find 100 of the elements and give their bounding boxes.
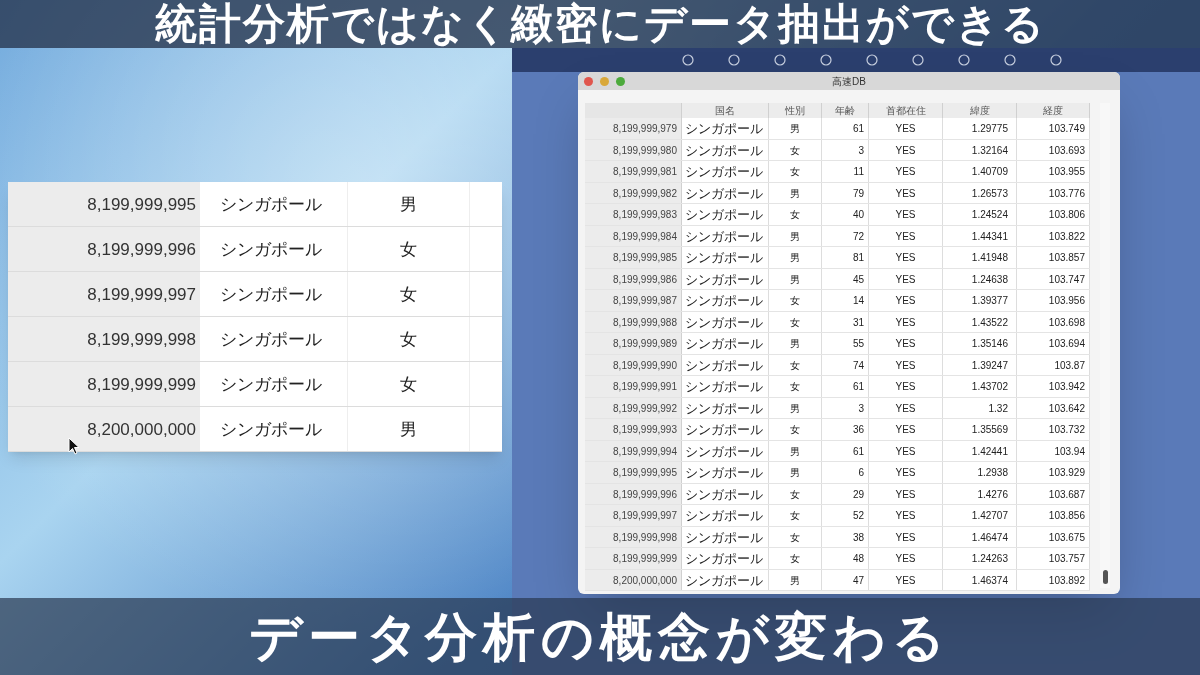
table-cell: 61 xyxy=(822,118,869,139)
table-cell: シンガポール xyxy=(682,419,769,440)
table-cell: YES xyxy=(869,419,943,440)
table-cell: 103.642 xyxy=(1017,397,1090,418)
table-cell: 男 xyxy=(769,247,822,268)
table-cell: 103.757 xyxy=(1017,548,1090,569)
column-header[interactable]: 国名 xyxy=(682,103,769,118)
table-cell: シンガポール xyxy=(682,483,769,504)
table-cell: 男 xyxy=(348,407,470,451)
mouse-cursor-icon xyxy=(68,437,80,455)
row-number: 8,199,999,998 xyxy=(585,526,682,547)
table-cell: シンガポール xyxy=(682,526,769,547)
table-cell: 女 xyxy=(348,317,470,361)
column-header[interactable]: 性別 xyxy=(769,103,822,118)
table-cell: 女 xyxy=(348,362,470,406)
table-cell: YES xyxy=(869,161,943,182)
table-cell: 103.694 xyxy=(1017,333,1090,354)
table-cell: 29 xyxy=(822,483,869,504)
table-cell: 103.856 xyxy=(1017,505,1090,526)
table-cell: シンガポール xyxy=(682,333,769,354)
table-cell: YES xyxy=(869,268,943,289)
table-cell: シンガポール xyxy=(682,440,769,461)
table-cell: 36 xyxy=(822,419,869,440)
status-icon[interactable] xyxy=(820,54,832,66)
table-cell: 55 xyxy=(822,333,869,354)
table-cell: 女 xyxy=(348,227,470,271)
row-number: 8,199,999,997 xyxy=(585,505,682,526)
column-header[interactable]: 緯度 xyxy=(943,103,1017,118)
table-cell: 1.2938 xyxy=(943,462,1017,483)
status-icon[interactable] xyxy=(774,54,786,66)
table-cell: 男 xyxy=(769,182,822,203)
status-icon[interactable] xyxy=(958,54,970,66)
caption-text: 統計分析ではなく緻密にデータ抽出ができる xyxy=(154,0,1046,48)
row-number: 8,199,999,984 xyxy=(585,225,682,246)
table-cell: 1.40709 xyxy=(943,161,1017,182)
table-cell: 1.4276 xyxy=(943,483,1017,504)
table-cell: YES xyxy=(869,247,943,268)
table-cell: シンガポール xyxy=(682,548,769,569)
column-header[interactable]: 首都在住 xyxy=(869,103,943,118)
table-cell: 103.732 xyxy=(1017,419,1090,440)
row-number: 8,199,999,982 xyxy=(585,182,682,203)
table-cell: 103.94 xyxy=(1017,440,1090,461)
column-header[interactable]: 経度 xyxy=(1017,103,1090,118)
table-cell: YES xyxy=(869,397,943,418)
table-cell: シンガポール xyxy=(682,397,769,418)
table-cell: YES xyxy=(869,354,943,375)
status-icon[interactable] xyxy=(682,54,694,66)
table-cell: 女 xyxy=(769,548,822,569)
status-icon[interactable] xyxy=(728,54,740,66)
status-icon[interactable] xyxy=(1004,54,1016,66)
table-cell: シンガポール xyxy=(682,354,769,375)
scrollbar[interactable] xyxy=(1100,103,1110,588)
status-icon[interactable] xyxy=(912,54,924,66)
close-icon[interactable] xyxy=(584,76,593,86)
table-cell: 女 xyxy=(769,204,822,225)
row-number: 8,199,999,999 xyxy=(585,548,682,569)
table-cell: シンガポール xyxy=(682,311,769,332)
table-cell: 女 xyxy=(769,483,822,504)
table-cell: 6 xyxy=(822,462,869,483)
column-header[interactable]: 年齢 xyxy=(822,103,869,118)
row-number: 8,199,999,985 xyxy=(585,247,682,268)
table-cell: 男 xyxy=(348,182,470,226)
table-cell: YES xyxy=(869,526,943,547)
table-cell: YES xyxy=(869,204,943,225)
scrollbar-thumb[interactable] xyxy=(1102,570,1108,584)
table-cell: 72 xyxy=(822,225,869,246)
table-cell: 1.35146 xyxy=(943,333,1017,354)
table-cell: YES xyxy=(869,139,943,160)
table-cell: 女 xyxy=(769,526,822,547)
row-number: 8,199,999,994 xyxy=(585,440,682,461)
table-cell: シンガポール xyxy=(682,139,769,160)
row-number: 8,199,999,992 xyxy=(585,397,682,418)
row-number: 8,199,999,993 xyxy=(585,419,682,440)
table-cell: YES xyxy=(869,440,943,461)
table-cell: 男 xyxy=(769,397,822,418)
table-cell: シンガポール xyxy=(682,161,769,182)
table-cell: 103.892 xyxy=(1017,569,1090,590)
table-cell: 81 xyxy=(822,247,869,268)
table-cell: シンガポール xyxy=(682,462,769,483)
row-number: 8,199,999,996 xyxy=(585,483,682,504)
table-cell: 1.39377 xyxy=(943,290,1017,311)
table-cell: 1.44341 xyxy=(943,225,1017,246)
table-cell: 男 xyxy=(769,118,822,139)
table-cell: シンガポール xyxy=(682,268,769,289)
table-cell: 1.26573 xyxy=(943,182,1017,203)
status-icon[interactable] xyxy=(866,54,878,66)
table-cell: YES xyxy=(869,290,943,311)
table-cell: 1.42707 xyxy=(943,505,1017,526)
status-icon[interactable] xyxy=(1050,54,1062,66)
table-cell: 女 xyxy=(348,272,470,316)
table-cell: YES xyxy=(869,182,943,203)
caption-text: データ分析の概念が変わる xyxy=(249,606,951,668)
table-cell: 1.32 xyxy=(943,397,1017,418)
table-cell: 103.87 xyxy=(1017,354,1090,375)
table-cell: 男 xyxy=(769,268,822,289)
table-cell: 79 xyxy=(822,182,869,203)
table-cell: 40 xyxy=(822,204,869,225)
row-number: 8,199,999,996 xyxy=(8,227,200,271)
table-cell: 1.43702 xyxy=(943,376,1017,397)
table-cell: 男 xyxy=(769,440,822,461)
